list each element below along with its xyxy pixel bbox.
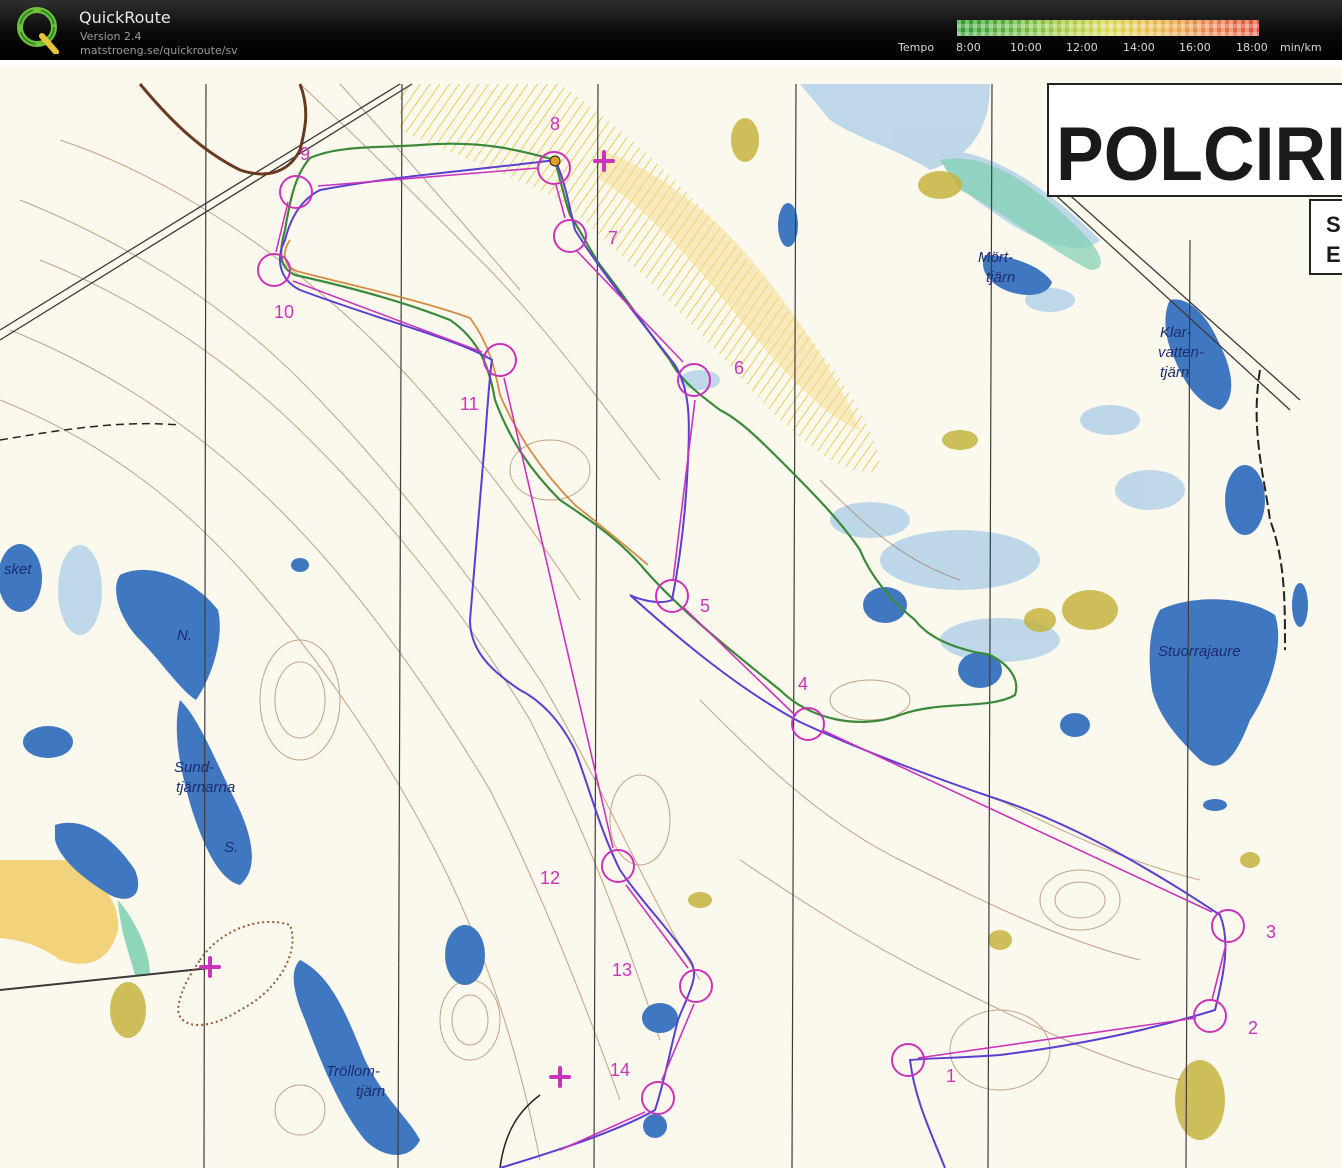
place-name: tjärn [1160, 364, 1189, 381]
tempo-tick: 12:00 [1066, 41, 1098, 54]
tempo-label: Tempo [898, 41, 935, 54]
place-name: Klar- [1160, 324, 1191, 341]
place-name: tjärnarna [176, 779, 235, 796]
place-name: tjärn [356, 1083, 385, 1100]
tempo-tick: 8:00 [956, 41, 981, 54]
control-number: 4 [798, 674, 808, 694]
place-name: tjärn [986, 269, 1015, 286]
app-header: QuickRoute Version 2.4 matstroeng.se/qui… [0, 0, 1342, 60]
route-marker-icon [549, 155, 561, 167]
place-name: Tröllom- [326, 1063, 380, 1080]
place-name: sket [4, 561, 32, 578]
orienteering-map[interactable]: POLCIRI S E Mört- tjärn Klar- vatten- tj… [0, 66, 1342, 1168]
place-name: S. [224, 839, 238, 856]
place-name: Mört- [978, 249, 1013, 266]
control-number: 8 [550, 114, 560, 134]
control-number: 5 [700, 596, 710, 616]
tempo-tick: 18:00 [1236, 41, 1268, 54]
tempo-tick: 14:00 [1123, 41, 1155, 54]
place-name: Stuorrajaure [1158, 643, 1241, 660]
control-number: 2 [1248, 1018, 1258, 1038]
app-url[interactable]: matstroeng.se/quickroute/sv [80, 44, 238, 57]
app-version: Version 2.4 [80, 30, 142, 43]
control-number: 11 [460, 394, 479, 414]
tempo-unit: min/km [1280, 41, 1322, 54]
tempo-tick: 16:00 [1179, 41, 1211, 54]
control-number: 3 [1266, 922, 1276, 942]
app-name: QuickRoute [79, 8, 171, 27]
control-number: 1 [946, 1066, 956, 1086]
tempo-tick: 10:00 [1010, 41, 1042, 54]
quickroute-logo-icon [17, 7, 59, 54]
control-number: 10 [274, 302, 294, 322]
control-number: 13 [612, 960, 632, 980]
place-name: Sund- [174, 759, 214, 776]
control-number: 14 [610, 1060, 630, 1080]
control-number: 7 [608, 228, 618, 248]
tempo-color-scale [957, 20, 1259, 36]
map-subtitle-letter: S [1326, 212, 1341, 237]
control-number: 12 [540, 868, 560, 888]
control-number: 9 [300, 144, 310, 164]
place-name: N. [177, 627, 192, 644]
map-view[interactable]: POLCIRI S E Mört- tjärn Klar- vatten- tj… [0, 66, 1342, 1168]
map-subtitle-letter: E [1326, 242, 1341, 267]
map-title: POLCIRI [1056, 112, 1342, 197]
place-name: vatten- [1158, 344, 1204, 361]
control-number: 6 [734, 358, 744, 378]
